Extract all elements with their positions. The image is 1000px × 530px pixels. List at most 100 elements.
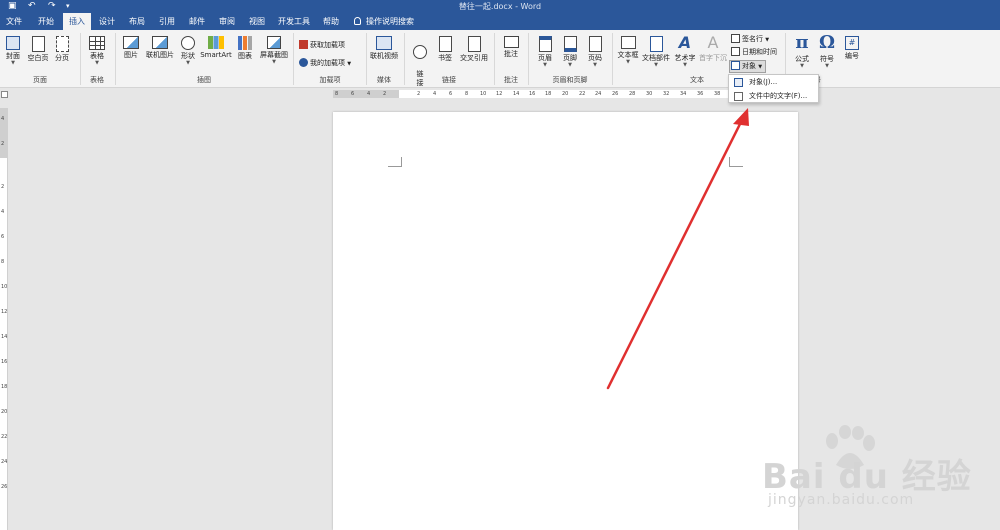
tell-me-search[interactable]: 操作说明搜索 — [354, 13, 414, 30]
cross-reference-button[interactable]: 交叉引用 — [457, 36, 491, 63]
ruler-tick: 32 — [663, 91, 670, 97]
group-separator — [115, 33, 116, 85]
page-number-label: 页码 — [588, 54, 602, 62]
screenshot-label: 屏幕截图 — [260, 51, 288, 59]
tab-help[interactable]: 帮助 — [318, 13, 344, 30]
object-icon — [734, 78, 743, 87]
group-label-tables: 表格 — [90, 76, 104, 84]
wordart-button[interactable]: A 艺术字 ▼ — [672, 34, 698, 68]
ruler-tick: 28 — [629, 91, 636, 97]
screenshot-button[interactable]: 屏幕截图 ▼ — [257, 36, 291, 65]
tab-view[interactable]: 视图 — [244, 13, 270, 30]
object-button[interactable]: 对象 ▼ — [729, 60, 767, 73]
my-addins-button[interactable]: 我的加载项 ▼ — [299, 58, 351, 69]
ruler-tick: 22 — [579, 91, 586, 97]
group-label-comments: 批注 — [504, 76, 518, 84]
watermark-brand: Bai du 经验 — [762, 457, 972, 497]
ruler-tick: 16 — [529, 91, 536, 97]
tab-developer[interactable]: 开发工具 — [276, 13, 312, 30]
signature-line-button[interactable]: 签名行 ▼ — [731, 34, 769, 45]
symbol-button[interactable]: Ω 符号 ▼ — [815, 33, 839, 69]
online-picture-button[interactable]: 联机图片 — [143, 36, 177, 60]
chart-button[interactable]: 图表 — [234, 36, 256, 61]
ruler-tick: 24 — [1, 459, 8, 465]
menu-item-text-from-file-label: 文件中的文字(F)... — [749, 92, 808, 100]
wordart-label: 艺术字 — [674, 54, 696, 62]
blank-page-button[interactable]: 空白页 — [26, 36, 50, 63]
online-video-button[interactable]: 联机视频 — [368, 36, 400, 61]
dropcap-button[interactable]: A 首字下沉 — [699, 34, 727, 63]
signature-line-label: 签名行 — [742, 35, 763, 43]
tab-selector[interactable] — [1, 91, 8, 98]
page-number-button[interactable]: 页码 ▼ — [584, 36, 606, 68]
date-time-button[interactable]: 日期和时间 — [731, 47, 777, 57]
vertical-ruler[interactable]: 4 2 2 4 6 8 10 12 14 16 18 20 22 24 26 — [0, 108, 8, 530]
camera-icon — [267, 36, 281, 49]
footer-label: 页脚 — [563, 54, 577, 62]
get-addins-button[interactable]: 获取加载项 — [299, 40, 345, 50]
blank-page-icon — [31, 36, 45, 52]
page-break-label: 分页 — [55, 54, 69, 62]
tab-insert[interactable]: 插入 — [63, 13, 91, 30]
horizontal-ruler[interactable]: 8 6 4 2 2 4 6 8 10 12 14 16 18 20 22 24 … — [333, 90, 728, 98]
smartart-icon — [208, 36, 224, 49]
table-icon — [89, 36, 105, 50]
chevron-down-icon: ▼ — [272, 59, 276, 65]
chevron-down-icon: ▼ — [758, 64, 763, 70]
header-button[interactable]: 页眉 ▼ — [534, 36, 556, 68]
ruler-tick: 24 — [595, 91, 602, 97]
ruler-tick: 4 — [1, 209, 5, 215]
ruler-tick: 20 — [562, 91, 569, 97]
shapes-button[interactable]: 形状 ▼ — [178, 36, 198, 66]
numbering-label: 编号 — [845, 52, 859, 60]
ruler-tick: 14 — [513, 91, 520, 97]
tab-file[interactable]: 文件 — [2, 13, 26, 30]
table-button[interactable]: 表格 ▼ — [86, 36, 108, 66]
quick-parts-button[interactable]: 文档部件 ▼ — [641, 36, 671, 68]
menu-item-object[interactable]: 对象(J)... — [729, 76, 818, 89]
tab-layout[interactable]: 布局 — [124, 13, 150, 30]
ruler-tick: 4 — [367, 91, 371, 97]
chevron-down-icon: ▼ — [800, 63, 804, 69]
equation-button[interactable]: π 公式 ▼ — [790, 33, 814, 69]
ribbon-insert: 封面 ▼ 空白页 分页 页面 表格 ▼ 表格 图片 联机图片 形状 ▼ SmartAr… — [0, 30, 1000, 88]
tab-review[interactable]: 审阅 — [214, 13, 240, 30]
ruler-tick: 18 — [1, 384, 8, 390]
document-page[interactable] — [333, 112, 798, 530]
page-number-icon — [588, 36, 602, 52]
ruler-tick: 26 — [1, 484, 8, 490]
omega-icon: Ω — [818, 32, 836, 53]
footer-button[interactable]: 页脚 ▼ — [559, 36, 581, 68]
textbox-icon — [620, 36, 636, 49]
textbox-button[interactable]: 文本框 ▼ — [616, 36, 640, 65]
menu-item-text-from-file[interactable]: 文件中的文字(F)... — [729, 90, 818, 103]
equation-label: 公式 — [795, 55, 809, 63]
cover-page-button[interactable]: 封面 ▼ — [3, 36, 23, 66]
tab-design[interactable]: 设计 — [94, 13, 120, 30]
get-addins-label: 获取加载项 — [310, 41, 345, 49]
smartart-button[interactable]: SmartArt — [199, 36, 233, 60]
chevron-down-icon: ▼ — [543, 62, 547, 68]
ruler-tick: 4 — [1, 116, 5, 122]
tab-mailings[interactable]: 邮件 — [184, 13, 210, 30]
ruler-tick: 2 — [417, 91, 421, 97]
page-break-button[interactable]: 分页 — [52, 36, 72, 63]
ruler-tick: 2 — [383, 91, 387, 97]
comment-button[interactable]: 批注 — [500, 36, 522, 59]
group-separator — [80, 33, 81, 85]
tell-me-label: 操作说明搜索 — [366, 17, 414, 26]
number-sign-icon: # — [845, 36, 859, 50]
chevron-down-icon: ▼ — [95, 60, 99, 66]
object-icon — [731, 61, 740, 70]
watermark-url: jingyan.baidu.com — [768, 492, 915, 508]
menu-item-object-label: 对象(J)... — [749, 78, 778, 86]
tab-references[interactable]: 引用 — [154, 13, 180, 30]
ruler-tick: 8 — [465, 91, 469, 97]
numbering-button[interactable]: # 编号 — [841, 36, 863, 61]
object-label: 对象 — [742, 62, 756, 70]
bookmark-button[interactable]: 书签 — [433, 36, 457, 63]
online-picture-icon — [152, 36, 168, 49]
ruler-tick: 2 — [1, 184, 5, 190]
tab-home[interactable]: 开始 — [33, 13, 59, 30]
picture-button[interactable]: 图片 — [120, 36, 142, 60]
